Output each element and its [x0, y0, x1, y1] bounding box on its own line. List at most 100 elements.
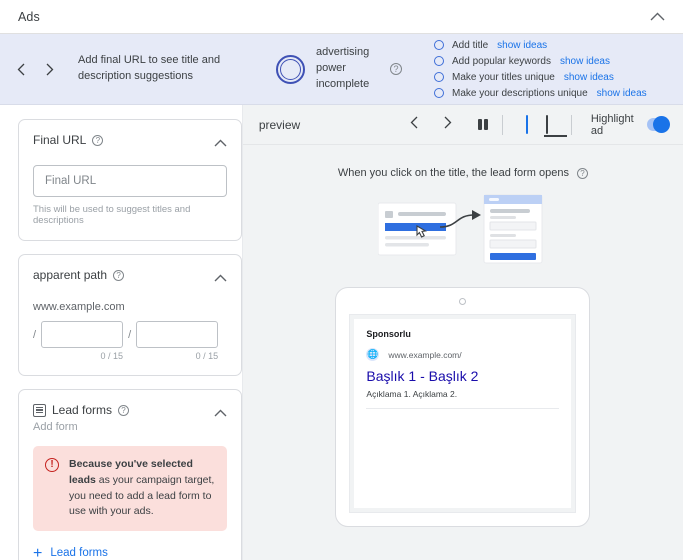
path-input-1[interactable]	[41, 321, 124, 348]
preview-info-text: When you click on the title, the lead fo…	[337, 167, 569, 179]
apparent-path-title-group: apparent path ?	[33, 268, 125, 282]
preview-canvas: When you click on the title, the lead fo…	[242, 145, 683, 560]
show-ideas-link[interactable]: show ideas	[564, 72, 614, 83]
lead-forms-card-header: Lead forms ? Add form	[33, 403, 227, 433]
globe-icon: 🌐	[366, 348, 380, 361]
page-title: Ads	[18, 9, 40, 24]
sponsored-label: Sponsorlu	[366, 329, 411, 339]
highlight-ad-label: Highlight ad	[590, 112, 634, 137]
path-counter-1: 0 / 15	[100, 351, 124, 361]
highlight-ad-toggle[interactable]	[646, 116, 671, 133]
add-lead-form-label: Lead forms	[50, 547, 108, 559]
final-url-card-header: Final URL ?	[33, 133, 227, 152]
ad-headline[interactable]: Başlık 1 - Başlık 2	[366, 368, 559, 384]
suggestion-nav	[14, 59, 56, 79]
final-url-title-group: Final URL ?	[33, 133, 104, 147]
checklist-item[interactable]: Make your descriptions unique show ideas	[434, 88, 647, 99]
apparent-path-collapse-icon[interactable]	[214, 269, 227, 287]
final-url-label: Final URL	[33, 133, 87, 147]
show-ideas-link[interactable]: show ideas	[597, 88, 647, 99]
ad-separator	[366, 408, 560, 409]
final-url-hint: This will be used to suggest titles and …	[33, 204, 191, 226]
lead-form-icon	[33, 403, 46, 417]
ads-editor-page: Ads Add final URL to see title and descr…	[0, 0, 683, 560]
apparent-path-help-icon[interactable]: ?	[113, 269, 125, 281]
previous-suggestion-icon[interactable]	[14, 59, 27, 79]
final-url-collapse-icon[interactable]	[214, 134, 227, 152]
checklist-item-label: Make your titles unique	[452, 71, 555, 83]
preview-info-line: When you click on the title, the lead fo…	[338, 167, 588, 179]
preview-toolbar: preview Highlight ad	[242, 105, 683, 145]
camera-dot-icon	[459, 298, 467, 305]
preview-nav	[410, 116, 452, 134]
preview-column: preview Highlight ad When you click on t…	[242, 105, 683, 560]
toolbar-divider-1	[502, 114, 504, 135]
mobile-device-icon[interactable]	[526, 114, 529, 134]
plus-icon: +	[33, 544, 43, 560]
path-field-2: 0 / 15	[136, 321, 219, 361]
unchecked-circle-icon	[434, 56, 444, 66]
apparent-path-card-header: apparent path ?	[33, 268, 227, 287]
lead-forms-alert: ! Because you've selected leads as your …	[33, 446, 227, 531]
path-field-1: 0 / 15	[41, 321, 124, 361]
final-url-input[interactable]	[33, 165, 227, 197]
preview-info-help-icon[interactable]: ?	[576, 167, 588, 179]
ad-strength-checklist: Add title show ideas Add popular keyword…	[434, 40, 647, 99]
device-preview-frame: Sponsorlu 🌐 www.example.com/ Başlık 1 - …	[335, 287, 591, 527]
checklist-item[interactable]: Make your titles unique show ideas	[434, 72, 647, 83]
ad-strength-banner: Add final URL to see title and descripti…	[0, 34, 683, 105]
collapse-panel-icon[interactable]	[650, 8, 665, 26]
checklist-item[interactable]: Add title show ideas	[434, 40, 647, 51]
ad-strength-status: incomplete	[316, 77, 370, 90]
ad-description: Açıklama 1. Açıklama 2.	[366, 389, 458, 399]
apparent-path-card: apparent path ? www.example.com / 0 / 15…	[18, 254, 242, 376]
editor-body: Final URL ? This will be used to suggest…	[0, 105, 683, 560]
path-counter-2: 0 / 15	[195, 351, 219, 361]
ad-strength-help-icon[interactable]: ?	[390, 63, 402, 75]
ad-strength-ring-icon	[276, 54, 305, 84]
click-to-form-diagram	[377, 193, 548, 265]
add-lead-form-button[interactable]: + Lead forms	[33, 544, 227, 560]
apparent-path-domain: www.example.com	[33, 301, 125, 313]
ad-display-url: www.example.com/	[388, 349, 462, 360]
ads-panel-header: Ads	[0, 0, 683, 34]
path-separator-1: /	[33, 329, 37, 341]
show-ideas-link[interactable]: show ideas	[560, 56, 610, 67]
next-suggestion-icon[interactable]	[43, 59, 56, 79]
lead-forms-subtitle: Add form	[33, 421, 78, 433]
lead-forms-collapse-icon[interactable]	[214, 404, 227, 422]
path-input-2[interactable]	[136, 321, 219, 348]
ad-strength-indicator: advertising power incomplete ?	[276, 45, 402, 93]
alert-message: Because you've selected leads as your ca…	[69, 457, 215, 520]
show-ideas-link[interactable]: show ideas	[497, 40, 547, 51]
ad-form-column: Final URL ? This will be used to suggest…	[0, 105, 243, 560]
lead-forms-label: Lead forms	[52, 403, 113, 417]
ad-url-row: 🌐 www.example.com/	[366, 348, 559, 361]
ad-strength-label-line1: advertising	[316, 46, 370, 59]
unchecked-circle-icon	[434, 72, 444, 82]
apparent-path-label: apparent path	[33, 268, 108, 282]
checklist-item-label: Add title	[452, 39, 489, 51]
final-url-help-icon[interactable]: ?	[92, 134, 104, 146]
unchecked-circle-icon	[434, 40, 444, 50]
ad-strength-text: advertising power incomplete	[316, 45, 378, 93]
ad-strength-label-line2: power	[316, 62, 346, 75]
unchecked-circle-icon	[434, 88, 444, 98]
apparent-path-fields: / 0 / 15 / 0 / 15	[33, 321, 227, 361]
lead-forms-title-group: Lead forms ?	[33, 403, 130, 417]
toolbar-divider-2	[571, 114, 572, 135]
checklist-item[interactable]: Add popular keywords show ideas	[434, 56, 647, 67]
device-screen: Sponsorlu 🌐 www.example.com/ Başlık 1 - …	[349, 314, 577, 513]
lead-forms-help-icon[interactable]: ?	[118, 404, 130, 416]
preview-previous-icon[interactable]	[410, 116, 418, 134]
lead-forms-card: Lead forms ? Add form ! Because you've s…	[18, 389, 242, 560]
preview-label: preview	[258, 117, 301, 132]
banner-message: Add final URL to see title and descripti…	[78, 54, 221, 82]
path-separator-2: /	[128, 329, 132, 341]
error-icon: !	[45, 458, 59, 472]
preview-next-icon[interactable]	[444, 116, 452, 134]
final-url-card: Final URL ? This will be used to suggest…	[18, 119, 242, 241]
checklist-item-label: Add popular keywords	[452, 55, 551, 67]
desktop-device-icon[interactable]	[546, 114, 549, 134]
split-view-icon[interactable]	[478, 119, 489, 130]
